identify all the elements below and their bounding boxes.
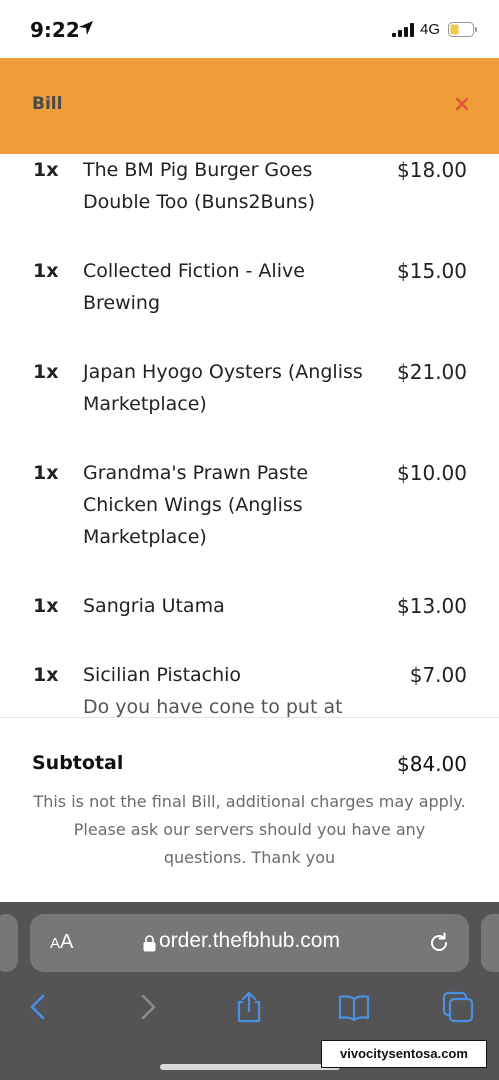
item-price: $21.00 [397, 360, 467, 384]
forward-button[interactable] [130, 990, 164, 1024]
divider [0, 717, 499, 718]
battery-low-icon [448, 22, 478, 41]
bookmarks-button[interactable] [337, 990, 371, 1024]
bill-header: Bill [0, 58, 499, 154]
forward-icon [141, 994, 156, 1020]
reload-icon[interactable] [427, 931, 451, 959]
item-price: $7.00 [409, 663, 467, 687]
item-name: Grandma's Prawn Paste Chicken Wings (Ang… [83, 462, 309, 548]
previous-tab-card[interactable] [0, 914, 18, 972]
close-button[interactable] [452, 94, 472, 114]
network-type: 4G [420, 21, 441, 38]
item-name: Japan Hyogo Oysters (Angliss Marketplace… [83, 361, 363, 415]
status-bar: 9:22 4G [0, 0, 499, 58]
item-name: The BM Pig Burger Goes Double Too (Buns2… [83, 159, 315, 213]
bill-title: Bill [32, 94, 63, 114]
item-price: $18.00 [397, 158, 467, 182]
item-qty: 1x [33, 462, 59, 484]
tabs-button[interactable] [441, 990, 475, 1024]
item-price: $15.00 [397, 259, 467, 283]
back-button[interactable] [22, 990, 56, 1024]
bookmarks-icon [338, 995, 370, 1022]
item-name: Sangria Utama [83, 595, 225, 617]
watermark-text: vivocitysentosa.com [340, 1046, 468, 1061]
item-price: $13.00 [397, 594, 467, 618]
item-name-text: Sicilian Pistachio [83, 664, 242, 686]
url-text: order.thefbhub.com [159, 929, 340, 952]
item-qty: 1x [33, 664, 59, 686]
home-indicator [160, 1064, 340, 1070]
share-icon [237, 991, 261, 1023]
tabs-icon [442, 991, 474, 1023]
next-tab-card[interactable] [481, 914, 499, 972]
text-size-button[interactable]: AA [50, 931, 73, 954]
item-qty: 1x [33, 595, 59, 617]
watermark: vivocitysentosa.com [321, 1040, 487, 1068]
status-time: 9:22 [30, 18, 80, 42]
item-price: $10.00 [397, 461, 467, 485]
item-qty: 1x [33, 361, 59, 383]
back-icon [30, 994, 45, 1020]
subtotal-label: Subtotal [32, 752, 124, 774]
bill-items-list[interactable]: 1x The BM Pig Burger Goes Double Too (Bu… [0, 154, 499, 717]
item-qty: 1x [33, 159, 59, 181]
item-qty: 1x [33, 260, 59, 282]
item-name: Sicilian Pistachio Do you have cone to p… [83, 659, 378, 717]
item-note: Do you have cone to put at the [83, 696, 343, 717]
address-bar[interactable]: AA order.thefbhub.com [30, 914, 469, 972]
lock-icon [143, 935, 156, 956]
bill-disclaimer: This is not the final Bill, additional c… [33, 792, 466, 867]
close-icon [455, 97, 469, 111]
share-button[interactable] [232, 990, 266, 1024]
subtotal-value: $84.00 [397, 752, 467, 776]
location-arrow-icon [78, 20, 94, 40]
cellular-signal-icon [392, 22, 414, 41]
item-name: Collected Fiction - Alive Brewing [83, 260, 305, 314]
